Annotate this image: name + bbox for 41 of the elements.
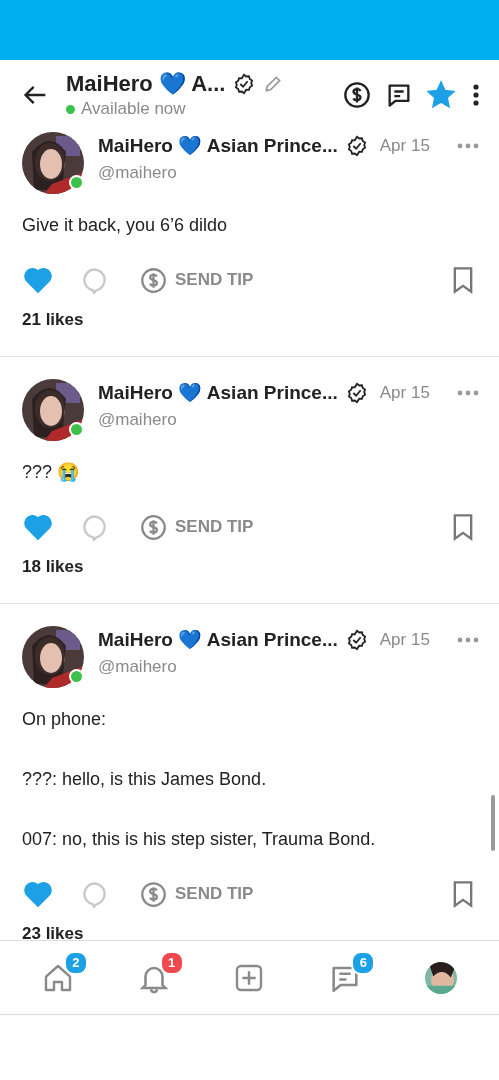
count-badge: 6: [351, 950, 376, 975]
verified-icon: [345, 628, 368, 651]
author-name[interactable]: MaiHero 💙 Asian Prince...: [98, 134, 338, 157]
scrollbar: [491, 795, 495, 851]
likes-count: 21 likes: [22, 310, 85, 331]
count-badge: 1: [159, 950, 184, 975]
more-icon[interactable]: [457, 142, 479, 149]
nav-button[interactable]: 1: [121, 948, 186, 1007]
availability-status: Available now: [81, 99, 186, 119]
chat-title: MaiHero 💙 A...: [66, 71, 226, 97]
verified-icon: [345, 134, 368, 157]
more-icon[interactable]: [457, 389, 479, 396]
post-text: ??? 😭: [22, 461, 81, 484]
nav-button[interactable]: 6: [313, 948, 378, 1007]
dollar-icon: [140, 880, 167, 908]
author-handle: @maihero: [98, 163, 178, 183]
post-text: Give it back, you 6’6 dildo: [22, 214, 229, 237]
author-name[interactable]: MaiHero 💙 Asian Prince...: [98, 381, 338, 404]
author-handle: @maihero: [98, 410, 178, 430]
post-date: Apr 15: [379, 629, 430, 650]
author-name[interactable]: MaiHero 💙 Asian Prince...: [98, 628, 338, 651]
likes-count: 23 likes: [22, 924, 85, 940]
send-tip-button[interactable]: SEND TIP: [140, 880, 254, 908]
more-icon[interactable]: [457, 636, 479, 643]
favorite-button[interactable]: [425, 79, 457, 111]
likes-count: 18 likes: [22, 557, 85, 578]
dollar-icon: [343, 81, 371, 109]
post-date: Apr 15: [379, 135, 430, 156]
more-icon: [473, 84, 479, 106]
nav-button[interactable]: 2: [25, 948, 90, 1007]
pencil-icon[interactable]: [263, 74, 284, 94]
author-handle: @maihero: [98, 657, 178, 677]
verified-icon: [345, 381, 368, 404]
send-tip-button[interactable]: SEND TIP: [140, 513, 254, 541]
tip-button[interactable]: [341, 79, 373, 111]
post-text: On phone: ???: hello, is this James Bond. 007: no, this is his step sister, Trauma Bond.: [22, 708, 377, 851]
post-date: Apr 15: [379, 382, 430, 403]
dollar-icon: [140, 266, 167, 294]
count-badge: 2: [63, 950, 88, 975]
dollar-icon: [140, 513, 167, 541]
send-tip-button[interactable]: SEND TIP: [140, 266, 254, 294]
